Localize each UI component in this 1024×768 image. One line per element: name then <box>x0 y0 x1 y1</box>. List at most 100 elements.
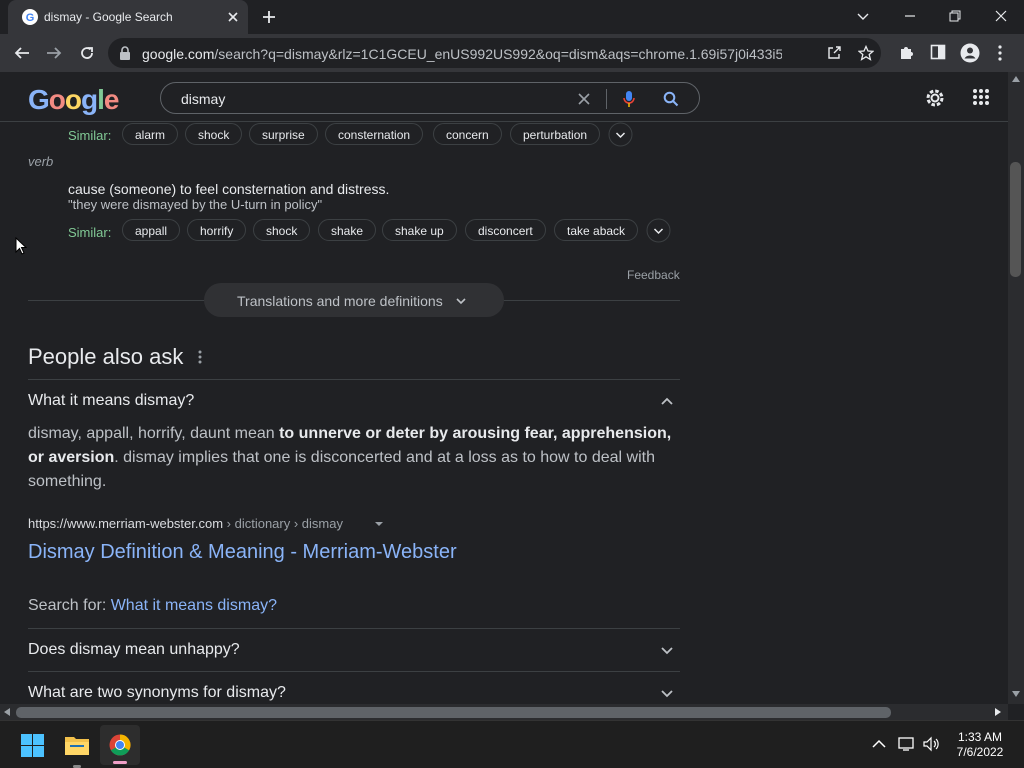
similar-chip[interactable]: consternation <box>325 123 424 145</box>
verb-definition: cause (someone) to feel consternation an… <box>68 181 390 197</box>
scroll-right-arrow-icon[interactable] <box>995 708 1001 716</box>
source-menu-caret-icon[interactable] <box>374 520 384 528</box>
chrome-icon <box>109 734 131 756</box>
google-apps-grid-icon[interactable] <box>972 88 990 106</box>
paa-answer-snippet: dismay, appall, horrify, daunt mean to u… <box>28 422 680 494</box>
google-favicon-icon: G <box>22 9 38 25</box>
similar-chip[interactable]: shock <box>185 123 243 145</box>
expand-similar-chevron-icon[interactable] <box>646 218 671 243</box>
paa-question-text: What are two synonyms for dismay? <box>28 684 286 701</box>
bookmark-star-icon[interactable] <box>858 45 874 61</box>
vertical-scroll-thumb[interactable] <box>1010 162 1021 277</box>
clock-date: 7/6/2022 <box>956 745 1004 759</box>
feedback-link[interactable]: Feedback <box>627 268 680 282</box>
profile-avatar-icon[interactable] <box>960 43 980 63</box>
app-active-indicator <box>113 761 127 764</box>
similar-chip[interactable]: shock <box>253 219 311 241</box>
network-icon[interactable] <box>898 736 916 752</box>
voice-search-mic-icon[interactable] <box>623 90 635 108</box>
source-url: https://www.merriam-webster.com <box>28 516 224 531</box>
answer-text: . dismay implies that one is disconcerte… <box>28 449 655 490</box>
google-doodle-logo[interactable]: Google <box>28 84 119 116</box>
similar-label: Similar: <box>68 128 112 143</box>
windows-taskbar: 1:33 AM 7/6/2022 <box>0 720 1024 768</box>
chrome-taskbar-button[interactable] <box>100 725 140 765</box>
source-path: › dictionary › dismay <box>223 516 343 531</box>
paa-question-text: Does dismay mean unhappy? <box>28 641 240 658</box>
svg-text:G: G <box>26 12 35 24</box>
back-arrow-icon[interactable] <box>13 44 31 62</box>
similar-chip[interactable]: surprise <box>249 123 318 145</box>
search-for-row: Search for: What it means dismay? <box>28 597 277 615</box>
expand-similar-chevron-icon[interactable] <box>608 122 633 147</box>
reload-icon[interactable] <box>78 44 96 62</box>
result-title-link[interactable]: Dismay Definition & Meaning - Merriam-We… <box>28 541 457 564</box>
lock-icon[interactable] <box>119 46 131 60</box>
answer-text: dismay, appall, horrify, daunt mean <box>28 425 280 442</box>
search-box-divider <box>606 89 607 109</box>
search-for-link[interactable]: What it means dismay? <box>111 597 277 614</box>
side-panel-icon[interactable] <box>930 44 946 60</box>
share-icon[interactable] <box>826 45 842 61</box>
browser-toolbar: google.com/search?q=dismay&rlz=1C1GCEU_e… <box>0 34 1024 72</box>
verb-example: "they were dismayed by the U-turn in pol… <box>68 197 323 212</box>
settings-gear-icon[interactable] <box>924 87 946 109</box>
translations-more-button[interactable]: Translations and more definitions <box>204 283 504 317</box>
paa-question[interactable]: What are two synonyms for dismay? <box>28 672 680 704</box>
search-magnifier-icon[interactable] <box>663 91 679 107</box>
chevron-up-icon <box>660 394 674 408</box>
clock-time: 1:33 AM <box>957 730 1003 744</box>
google-header: Google dismay <box>0 72 1008 122</box>
paa-question-text: What it means dismay? <box>28 392 195 409</box>
search-input[interactable]: dismay <box>181 91 225 107</box>
similar-chip[interactable]: take aback <box>554 219 639 241</box>
new-tab-icon[interactable] <box>261 9 277 25</box>
more-options-kebab-icon[interactable] <box>197 349 203 365</box>
tab-active[interactable]: G dismay - Google Search <box>8 0 248 34</box>
horizontal-scroll-thumb[interactable] <box>16 707 891 718</box>
volume-speaker-icon[interactable] <box>922 736 940 752</box>
similar-chip[interactable]: concern <box>433 123 502 145</box>
chrome-menu-kebab-icon[interactable] <box>997 44 1003 62</box>
search-for-label: Search for: <box>28 597 111 614</box>
clear-search-icon[interactable] <box>577 92 591 106</box>
tab-strip: G dismay - Google Search <box>0 0 1024 34</box>
minimize-icon[interactable] <box>902 8 918 24</box>
scroll-down-arrow-icon[interactable] <box>1012 691 1020 697</box>
scroll-up-arrow-icon[interactable] <box>1012 76 1020 82</box>
tab-search-chevron-icon[interactable] <box>855 8 871 24</box>
search-box[interactable]: dismay <box>160 82 700 114</box>
scroll-left-arrow-icon[interactable] <box>4 708 10 716</box>
chevron-down-icon <box>660 687 674 701</box>
close-tab-icon[interactable] <box>226 10 240 24</box>
windows-start-icon[interactable] <box>21 734 44 757</box>
similar-chip[interactable]: disconcert <box>465 219 546 241</box>
similar-chip[interactable]: perturbation <box>510 123 601 145</box>
similar-chip[interactable]: horrify <box>187 219 247 241</box>
part-of-speech: verb <box>28 154 54 169</box>
chevron-down-icon <box>660 644 674 658</box>
similar-chip[interactable]: alarm <box>122 123 179 145</box>
tab-title: dismay - Google Search <box>44 10 173 24</box>
file-explorer-icon[interactable] <box>64 734 90 756</box>
similar-chip[interactable]: shake up <box>382 219 457 241</box>
forward-arrow-icon[interactable] <box>45 44 63 62</box>
similar-label: Similar: <box>68 225 112 240</box>
restore-icon[interactable] <box>947 8 963 24</box>
search-results-page: Google dismay Similar: alarm shock surpr… <box>0 72 1008 704</box>
extensions-puzzle-icon[interactable] <box>898 44 915 61</box>
taskbar-clock[interactable]: 1:33 AM 7/6/2022 <box>950 730 1010 760</box>
similar-chip[interactable]: appall <box>122 219 181 241</box>
similar-chip[interactable]: shake <box>318 219 377 241</box>
chevron-down-icon <box>454 294 468 308</box>
close-window-icon[interactable] <box>993 8 1009 24</box>
paa-question[interactable]: Does dismay mean unhappy? <box>28 629 680 671</box>
paa-question-expanded[interactable]: What it means dismay? <box>28 380 680 420</box>
url-path: /search?q=dismay&rlz=1C1GCEU_enUS992US99… <box>214 46 782 62</box>
url-text[interactable]: google.com/search?q=dismay&rlz=1C1GCEU_e… <box>142 46 782 62</box>
address-bar[interactable]: google.com/search?q=dismay&rlz=1C1GCEU_e… <box>108 38 881 68</box>
source-breadcrumb: https://www.merriam-webster.com › dictio… <box>28 516 343 531</box>
url-host: google.com <box>142 46 215 62</box>
show-hidden-icons-chevron-icon[interactable] <box>872 739 886 749</box>
mouse-pointer-icon <box>15 237 27 255</box>
